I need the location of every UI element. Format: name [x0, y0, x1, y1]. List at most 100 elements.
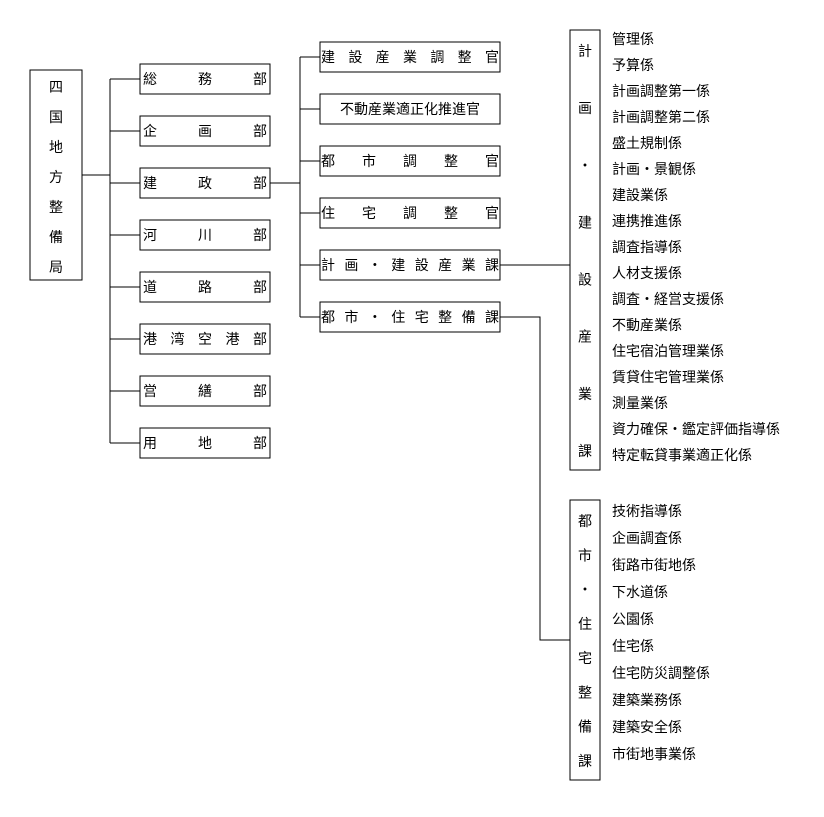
list-item: 計画調整第二係 — [612, 109, 710, 125]
sub-label: 設 — [415, 257, 429, 273]
sub-label: 住 — [321, 205, 335, 221]
list-item: 技術指導係 — [612, 503, 682, 519]
list-item: 計画調整第一係 — [612, 83, 710, 99]
sub-label: 備 — [462, 309, 476, 325]
dept-label: 政 — [198, 175, 212, 191]
sub-label: 画 — [344, 257, 358, 273]
sub-label: ・ — [368, 309, 382, 325]
section-header-char: ・ — [578, 157, 592, 173]
sub-label: 整 — [458, 49, 472, 65]
list-item: 建築安全係 — [612, 719, 682, 735]
dept-label: 建 — [143, 175, 157, 191]
sub-label: 都 — [321, 309, 335, 325]
root-char: 整 — [49, 199, 63, 215]
list-item: 計画・景観係 — [612, 161, 696, 177]
sub-label: 調 — [403, 153, 417, 169]
root-char: 方 — [49, 169, 63, 185]
list-item: 賃貸住宅管理業係 — [612, 369, 724, 385]
dept-label: 港 — [226, 331, 240, 347]
section-header-char: 都 — [578, 513, 592, 529]
section-header-char: 建 — [578, 214, 592, 230]
list-item: 住宅防災調整係 — [612, 665, 710, 681]
list-item: 建設業係 — [612, 187, 668, 203]
section-header-char: 整 — [578, 684, 592, 700]
list-item: 特定転貸事業適正化係 — [612, 447, 752, 463]
sub-label: 宅 — [362, 205, 376, 221]
dept-label: 地 — [198, 435, 212, 451]
list-item: 建築業務係 — [612, 692, 682, 708]
list-item: 市街地事業係 — [612, 746, 696, 762]
list-item: 住宅宿泊管理業係 — [612, 343, 724, 359]
dept-label: 川 — [198, 227, 212, 243]
org-chart: 総務部企画部建政部河川部道路部港湾空港部営繕部用地部 建設産業調整官不動産業適正… — [0, 0, 824, 817]
section-header-char: 産 — [578, 329, 592, 345]
list-item: 人材支援係 — [612, 265, 682, 281]
list-item: 連携推進係 — [612, 213, 682, 229]
list-item: 下水道係 — [612, 584, 668, 600]
dept-label: 企 — [143, 123, 157, 139]
list-item: 管理係 — [612, 31, 654, 47]
section-header-char: 業 — [578, 386, 592, 402]
sub-label: 課 — [485, 309, 499, 325]
sub-label: 整 — [444, 153, 458, 169]
list-item: 調査・経営支援係 — [612, 291, 724, 307]
sub-label: 官 — [485, 49, 499, 65]
sub-label: 都 — [321, 153, 335, 169]
sub-label: 不動産業適正化推進官 — [340, 101, 480, 117]
sub-label: 宅 — [415, 309, 429, 325]
section-header-char: 備 — [578, 719, 592, 735]
section-header-char: 住 — [578, 616, 592, 632]
root-char: 局 — [49, 259, 63, 275]
section-header-char: 市 — [578, 547, 592, 563]
section-header-char: 計 — [578, 43, 592, 59]
section-header-box — [570, 500, 600, 780]
dept-label: 務 — [198, 71, 212, 87]
sub-label: 市 — [362, 153, 376, 169]
section-header-char: 課 — [578, 753, 592, 769]
sub-label: 課 — [485, 257, 499, 273]
root-char: 備 — [49, 229, 63, 245]
sub-label: 建 — [321, 49, 335, 65]
sub-label: 住 — [391, 309, 405, 325]
list-item: 調査指導係 — [612, 239, 682, 255]
list-item: 企画調査係 — [612, 530, 682, 546]
sub-label: 調 — [403, 205, 417, 221]
dept-label: 総 — [143, 71, 157, 87]
sub-label: 官 — [485, 153, 499, 169]
sub-label: 整 — [438, 309, 452, 325]
dept-label: 河 — [143, 227, 157, 243]
dept-label: 部 — [253, 175, 267, 191]
dept-label: 部 — [253, 123, 267, 139]
list-item: 不動産業係 — [612, 317, 682, 333]
list-item: 住宅係 — [612, 638, 654, 654]
list-item: 盛土規制係 — [612, 135, 682, 151]
dept-label: 画 — [198, 123, 212, 139]
root-char: 地 — [49, 139, 63, 155]
section-header-char: ・ — [578, 582, 592, 598]
sub-label: 産 — [438, 257, 452, 273]
section-header-char: 宅 — [578, 650, 592, 666]
section-header-box — [570, 30, 600, 470]
dept-label: 湾 — [171, 331, 185, 347]
dept-label: 営 — [143, 383, 157, 399]
dept-label: 部 — [253, 383, 267, 399]
sub-label: 建 — [391, 257, 405, 273]
section-header-char: 画 — [578, 100, 592, 116]
sub-label: 市 — [344, 309, 358, 325]
connector — [500, 317, 570, 640]
dept-label: 部 — [253, 331, 267, 347]
dept-label: 用 — [143, 435, 157, 451]
dept-label: 港 — [143, 331, 157, 347]
list-item: 資力確保・鑑定評価指導係 — [612, 421, 780, 437]
sub-label: 官 — [485, 205, 499, 221]
list-item: 予算係 — [612, 57, 654, 73]
list-item: 公園係 — [612, 611, 654, 627]
dept-label: 路 — [198, 279, 212, 295]
dept-label: 部 — [253, 71, 267, 87]
sub-label: 産 — [376, 49, 390, 65]
list-item: 測量業係 — [612, 395, 668, 411]
sub-label: 調 — [430, 49, 444, 65]
dept-label: 部 — [253, 227, 267, 243]
sub-label: ・ — [368, 257, 382, 273]
sub-label: 業 — [462, 257, 476, 273]
